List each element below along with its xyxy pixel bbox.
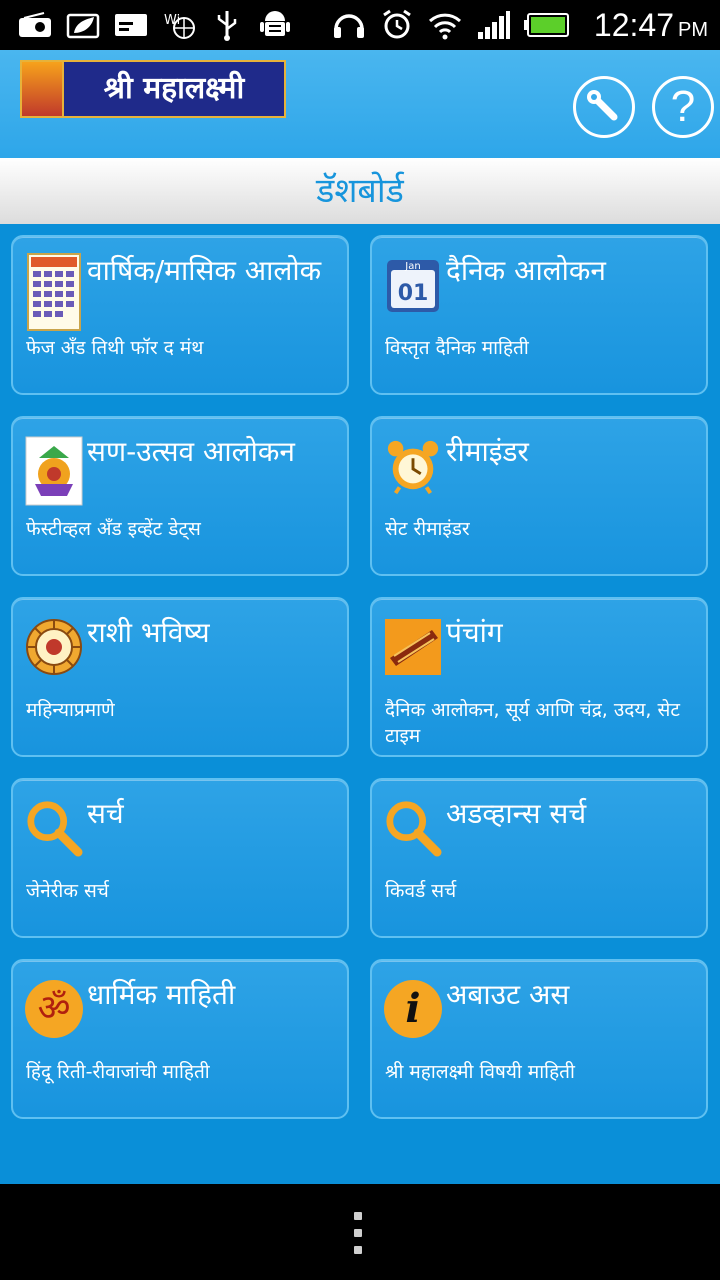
om-icon: ॐ	[25, 979, 83, 1039]
card-subtitle: जेनेरीक सर्च	[26, 880, 109, 902]
radio-icon	[18, 10, 52, 40]
calendar-grid-icon	[25, 253, 83, 331]
card-title: वार्षिक/मासिक आलोक	[87, 254, 322, 287]
deity-image	[22, 62, 64, 116]
card-title: सर्च	[87, 797, 124, 830]
card-religious-info[interactable]: ॐ धार्मिक माहिती हिंदू रिती-रीवाजांची मा…	[11, 959, 349, 1119]
battery-icon	[524, 10, 570, 40]
daily-calendar-icon: Jan 01	[384, 255, 442, 315]
card-search[interactable]: सर्च जेनेरीक सर्च	[11, 778, 349, 938]
settings-button[interactable]	[573, 76, 635, 138]
card-subtitle: किवर्ड सर्च	[385, 880, 457, 902]
card-title: पंचांग	[446, 616, 503, 649]
card-festivals[interactable]: सण-उत्सव आलोकन फेस्टीव्हल अँड इव्हेंट डे…	[11, 416, 349, 576]
question-icon: ?	[670, 82, 696, 131]
info-glyph: i	[384, 980, 442, 1038]
card-title: धार्मिक माहिती	[87, 978, 236, 1011]
leaf-icon	[66, 10, 100, 40]
panchang-scroll-icon	[384, 617, 442, 677]
card-subtitle: सेट रीमाइंडर	[385, 518, 470, 540]
magnifier-icon	[384, 798, 442, 858]
alarm-clock-icon	[384, 436, 442, 496]
card-horoscope[interactable]: राशी भविष्य महिन्याप्रमाणे	[11, 597, 349, 757]
info-icon: i	[384, 979, 442, 1039]
help-button[interactable]: ?	[652, 76, 714, 138]
card-title: अडव्हान्स सर्च	[446, 797, 587, 830]
clock-time: 12:47	[593, 7, 674, 43]
card-yearly-monthly[interactable]: वार्षिक/मासिक आलोक फेज अँड तिथी फॉर द मं…	[11, 235, 349, 395]
logo-text: श्री महालक्ष्मी	[103, 71, 245, 106]
system-icons	[332, 8, 570, 42]
usb-icon	[210, 10, 244, 41]
card-title: सण-उत्सव आलोकन	[87, 435, 295, 468]
calendar-day-text: 01	[398, 281, 429, 306]
card-daily[interactable]: Jan 01 दैनिक आलोकन विस्तृत दैनिक माहिती	[370, 235, 708, 395]
card-subtitle: श्री महालक्ष्मी विषयी माहिती	[385, 1061, 575, 1083]
wifi-icon	[428, 10, 462, 40]
card-title: राशी भविष्य	[87, 616, 210, 649]
status-bar: Wi 12:47 PM	[0, 0, 720, 50]
card-subtitle: विस्तृत दैनिक माहिती	[385, 337, 529, 359]
card-subtitle: हिंदू रिती-रीवाजांची माहिती	[26, 1061, 210, 1083]
card-subtitle: फेज अँड तिथी फॉर द मंथ	[26, 337, 204, 359]
app-header: श्री महालक्ष्मी ?	[0, 50, 720, 158]
card-reminder[interactable]: रीमाइंडर सेट रीमाइंडर	[370, 416, 708, 576]
page-title: डॅशबोर्ड	[316, 171, 404, 211]
magnifier-icon	[25, 798, 83, 858]
notification-icons: Wi	[18, 8, 292, 42]
card-panchang[interactable]: पंचांग दैनिक आलोकन, सूर्य आणि चंद्र, उदय…	[370, 597, 708, 757]
om-glyph: ॐ	[25, 980, 83, 1038]
card-about-us[interactable]: i अबाउट अस श्री महालक्ष्मी विषयी माहिती	[370, 959, 708, 1119]
card-icon	[114, 10, 148, 40]
headset-icon	[332, 10, 366, 40]
card-title: रीमाइंडर	[446, 435, 529, 468]
festival-kalash-icon	[25, 436, 83, 506]
calendar-month-text: Jan	[404, 261, 420, 272]
card-advanced-search[interactable]: अडव्हान्स सर्च किवर्ड सर्च	[370, 778, 708, 938]
card-title: दैनिक आलोकन	[446, 254, 606, 287]
zodiac-wheel-icon	[25, 617, 83, 677]
wrench-icon	[587, 90, 618, 121]
dashboard-grid: वार्षिक/मासिक आलोक फेज अँड तिथी फॉर द मं…	[0, 224, 720, 1184]
card-subtitle: फेस्टीव्हल अँड इव्हेंट डेट्स	[26, 518, 201, 540]
app-logo: श्री महालक्ष्मी	[20, 60, 286, 118]
overflow-menu-icon[interactable]	[354, 1212, 364, 1254]
clock: 12:47 PM	[594, 6, 708, 49]
clock-ampm: PM	[678, 19, 708, 41]
card-subtitle: दैनिक आलोकन, सूर्य आणि चंद्र, उदय, सेट ट…	[385, 699, 680, 747]
page-title-band: डॅशबोर्ड	[0, 158, 720, 224]
wifi-globe-icon: Wi	[162, 10, 196, 40]
signal-icon	[476, 10, 510, 40]
navigation-bar	[0, 1184, 720, 1280]
alarm-icon	[380, 9, 414, 40]
card-title: अबाउट अस	[446, 978, 570, 1011]
card-subtitle: महिन्याप्रमाणे	[26, 699, 115, 721]
android-debug-icon	[258, 10, 292, 40]
